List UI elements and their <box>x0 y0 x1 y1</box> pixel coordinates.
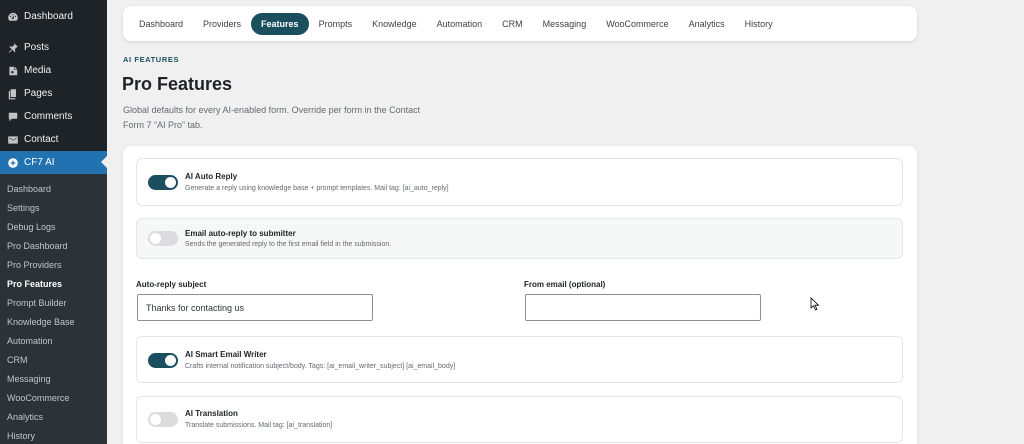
page-title: Pro Features <box>122 74 233 94</box>
tab-providers[interactable]: Providers <box>193 13 251 35</box>
tab-messaging[interactable]: Messaging <box>533 13 597 35</box>
smart-writer-toggle[interactable] <box>148 353 178 368</box>
auto-reply-subject-input[interactable] <box>137 294 373 321</box>
page-description: Global defaults for every AI-enabled for… <box>123 105 421 130</box>
from-email-label: From email (optional) <box>524 280 606 289</box>
feature-label: AI Smart Email Writer <box>185 350 267 359</box>
submenu-item-pro-features[interactable]: Pro Features <box>0 274 107 293</box>
feature-help: Generate a reply using knowledge base + … <box>185 185 449 192</box>
email-auto-reply-toggle[interactable] <box>148 231 178 246</box>
mail-icon <box>6 133 19 146</box>
feature-label: AI Auto Reply <box>185 172 238 181</box>
submenu-item-crm[interactable]: CRM <box>0 350 107 369</box>
dashboard-icon <box>6 10 19 23</box>
submenu-item-debug-logs[interactable]: Debug Logs <box>0 217 107 236</box>
auto-reply-toggle[interactable] <box>148 175 178 190</box>
submenu-item-automation[interactable]: Automation <box>0 331 107 350</box>
menu-posts[interactable]: Posts <box>0 36 107 59</box>
admin-sidebar: Dashboard Posts Media Pages Comments Con… <box>0 0 107 444</box>
menu-comments[interactable]: Comments <box>0 105 107 128</box>
tab-bar: Dashboard Providers Features Prompts Kno… <box>123 6 917 41</box>
tab-dashboard[interactable]: Dashboard <box>129 13 193 35</box>
submenu-item-history[interactable]: History <box>0 426 107 444</box>
submenu-item-pro-dashboard[interactable]: Pro Dashboard <box>0 236 107 255</box>
section-kicker: AI FEATURES <box>123 55 180 64</box>
from-email-input[interactable] <box>525 294 761 321</box>
tab-crm[interactable]: CRM <box>492 13 533 35</box>
submenu-item-knowledge-base[interactable]: Knowledge Base <box>0 312 107 331</box>
feature-row-translation: AI Translation Translate submissions. Ma… <box>136 396 903 443</box>
tab-prompts[interactable]: Prompts <box>309 13 363 35</box>
pin-icon <box>6 41 19 54</box>
menu-contact[interactable]: Contact <box>0 128 107 151</box>
submenu-item-settings[interactable]: Settings <box>0 198 107 217</box>
menu-label: Posts <box>24 42 50 53</box>
media-icon <box>6 64 19 77</box>
translation-toggle[interactable] <box>148 412 178 427</box>
feature-help: Translate submissions. Mail tag: [ai_tra… <box>185 422 333 429</box>
feature-row-auto-reply: AI Auto Reply Generate a reply using kno… <box>136 158 903 206</box>
feature-label: Email auto-reply to submitter <box>185 229 296 238</box>
tab-automation[interactable]: Automation <box>427 13 493 35</box>
cf7-icon <box>6 156 19 169</box>
feature-help: Crafts internal notification subject/bod… <box>185 363 456 370</box>
submenu-item-dashboard[interactable]: Dashboard <box>0 179 107 198</box>
menu-label: Pages <box>24 88 53 99</box>
subject-label: Auto-reply subject <box>136 280 207 289</box>
tab-history[interactable]: History <box>735 13 783 35</box>
comment-icon <box>6 110 19 123</box>
submenu-item-woocommerce[interactable]: WooCommerce <box>0 388 107 407</box>
submenu-item-analytics[interactable]: Analytics <box>0 407 107 426</box>
features-panel: AI Auto Reply Generate a reply using kno… <box>123 146 917 444</box>
menu-media[interactable]: Media <box>0 59 107 82</box>
cf7-ai-submenu: Dashboard Settings Debug Logs Pro Dashbo… <box>0 174 107 444</box>
menu-label: Contact <box>24 134 59 145</box>
menu-label: Dashboard <box>24 11 73 22</box>
pages-icon <box>6 87 19 100</box>
menu-pages[interactable]: Pages <box>0 82 107 105</box>
menu-cf7-ai[interactable]: CF7 AI <box>0 151 107 174</box>
mouse-cursor-icon <box>810 297 820 311</box>
feature-row-smart-writer: AI Smart Email Writer Crafts internal no… <box>136 336 903 383</box>
tab-features[interactable]: Features <box>251 12 309 35</box>
feature-row-email-auto-reply: Email auto-reply to submitter Sends the … <box>136 218 903 259</box>
submenu-item-pro-providers[interactable]: Pro Providers <box>0 255 107 274</box>
menu-label: Comments <box>24 111 73 122</box>
tab-knowledge[interactable]: Knowledge <box>362 13 427 35</box>
menu-label: Media <box>24 65 52 76</box>
tab-analytics[interactable]: Analytics <box>679 13 735 35</box>
submenu-item-messaging[interactable]: Messaging <box>0 369 107 388</box>
menu-dashboard[interactable]: Dashboard <box>0 5 107 28</box>
menu-label: CF7 AI <box>24 157 55 168</box>
tab-woocommerce[interactable]: WooCommerce <box>596 13 678 35</box>
feature-help: Sends the generated reply to the first e… <box>185 241 392 248</box>
submenu-item-prompt-builder[interactable]: Prompt Builder <box>0 293 107 312</box>
feature-label: AI Translation <box>185 409 238 418</box>
